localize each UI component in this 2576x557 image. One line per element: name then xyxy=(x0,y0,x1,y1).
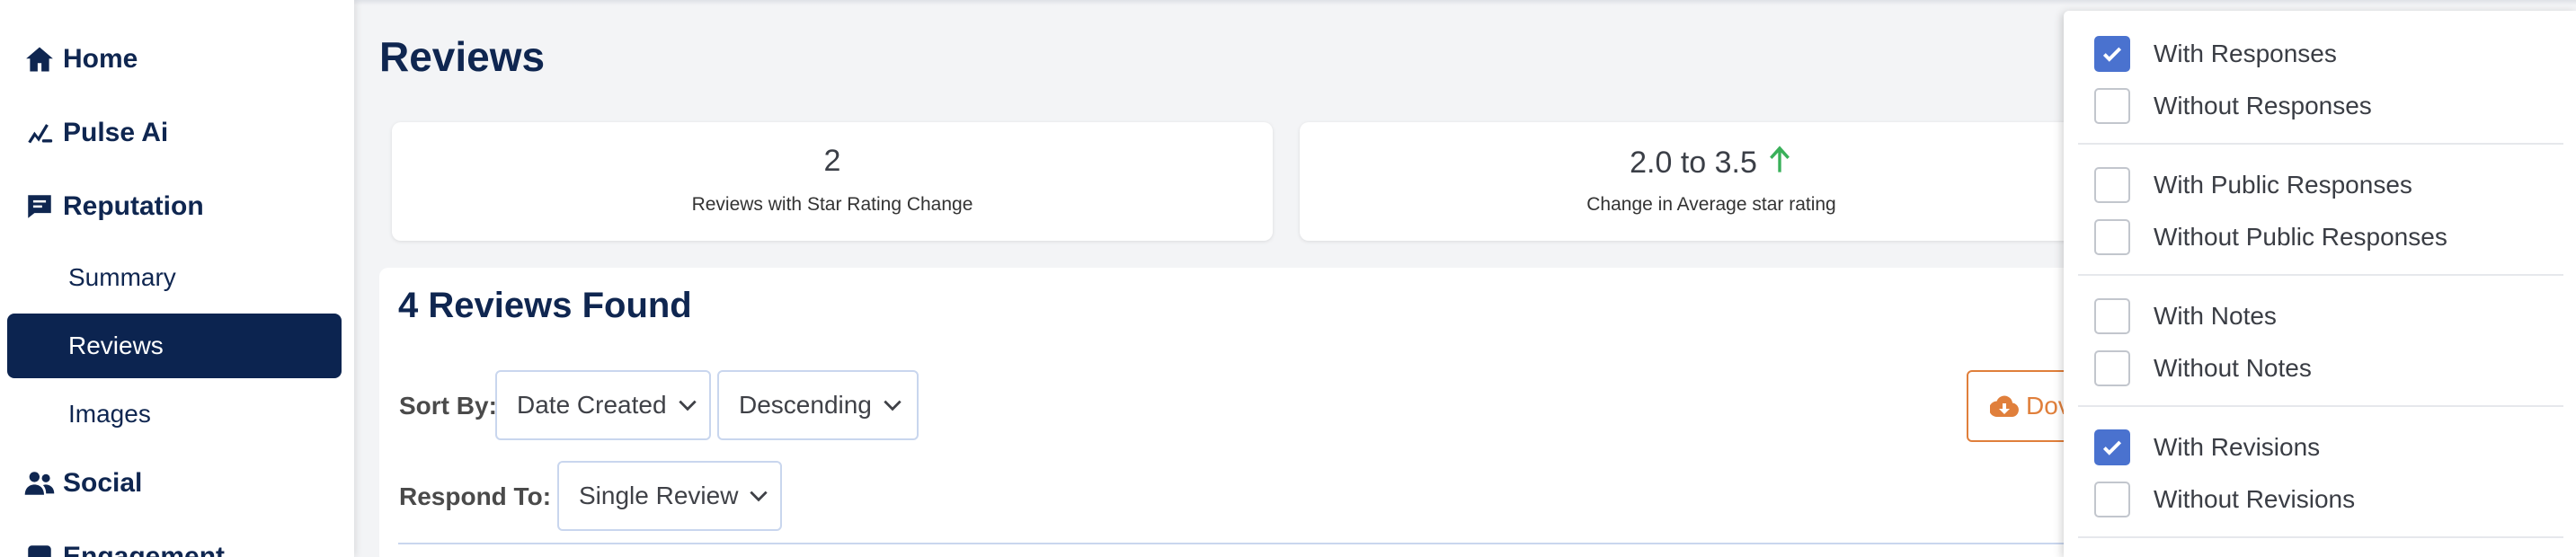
filter-separator xyxy=(2078,143,2563,145)
checkbox[interactable] xyxy=(2094,350,2130,386)
sidebar-item-reviews[interactable]: Reviews xyxy=(7,314,342,378)
nav-social[interactable]: Social xyxy=(0,456,354,510)
nav-reputation[interactable]: Reputation xyxy=(0,180,354,234)
cloud-download-icon xyxy=(1990,395,2019,418)
filter-label: Without Notes xyxy=(2154,354,2312,382)
filter-with-public-responses[interactable]: With Public Responses xyxy=(2094,165,2412,205)
top-bar-shadow xyxy=(354,0,2576,5)
sidebar-item-images[interactable]: Images xyxy=(7,382,342,446)
chevron-down-icon xyxy=(881,393,904,417)
stat-card-average-rating: 2.0 to 3.5 Change in Average star rating xyxy=(1300,122,2123,241)
sidebar-item-label: Summary xyxy=(68,263,176,291)
nav-pulse-ai[interactable]: Pulse Ai xyxy=(0,106,354,160)
review-filter-dropdown: With Responses Without Responses With Pu… xyxy=(2064,11,2576,557)
filter-label: With Public Responses xyxy=(2154,171,2412,199)
engagement-icon xyxy=(23,541,56,557)
results-divider xyxy=(398,543,2106,544)
sort-field-value: Date Created xyxy=(517,391,667,419)
nav-home[interactable]: Home xyxy=(0,32,354,86)
arrow-up-icon xyxy=(1766,144,1793,182)
filter-label: With Revisions xyxy=(2154,433,2321,461)
nav-reputation-label: Reputation xyxy=(63,191,204,221)
filter-without-responses[interactable]: Without Responses xyxy=(2094,86,2372,126)
chevron-down-icon xyxy=(747,484,770,508)
nav-engagement[interactable]: Engagement xyxy=(0,530,354,557)
filter-without-public-responses[interactable]: Without Public Responses xyxy=(2094,217,2447,257)
results-title: 4 Reviews Found xyxy=(398,286,692,325)
filter-label: Without Responses xyxy=(2154,92,2372,119)
checkbox[interactable] xyxy=(2094,36,2130,72)
filter-separator xyxy=(2078,536,2563,538)
sidebar-item-label: Images xyxy=(68,400,151,428)
check-icon xyxy=(2102,47,2122,62)
filter-with-responses[interactable]: With Responses xyxy=(2094,34,2337,74)
filter-with-notes[interactable]: With Notes xyxy=(2094,296,2277,336)
nav-engagement-label: Engagement xyxy=(63,542,226,557)
sort-order-value: Descending xyxy=(739,391,872,419)
stat-card-rating-change: 2 Reviews with Star Rating Change xyxy=(392,122,1273,241)
sidebar-item-label: Reviews xyxy=(68,332,164,359)
filter-separator xyxy=(2078,274,2563,276)
checkbox[interactable] xyxy=(2094,88,2130,124)
filter-label: Without Revisions xyxy=(2154,485,2356,513)
filter-without-revisions[interactable]: Without Revisions xyxy=(2094,480,2355,519)
filter-with-revisions[interactable]: With Revisions xyxy=(2094,428,2320,467)
chevron-down-icon xyxy=(676,393,699,417)
page-title: Reviews xyxy=(379,33,546,80)
stat-label: Change in Average star rating xyxy=(1586,194,1836,215)
chat-bubble-icon xyxy=(23,190,56,223)
checkbox[interactable] xyxy=(2094,167,2130,203)
nav-pulse-ai-label: Pulse Ai xyxy=(63,118,169,147)
nav-social-label: Social xyxy=(63,468,143,498)
respond-to-select[interactable]: Single Review xyxy=(557,461,782,531)
users-icon xyxy=(23,467,56,500)
checkbox[interactable] xyxy=(2094,298,2130,334)
filter-label: Without Public Responses xyxy=(2154,223,2447,251)
filter-separator xyxy=(2078,405,2563,407)
respond-to-value: Single Review xyxy=(579,482,739,509)
checkbox[interactable] xyxy=(2094,429,2130,465)
stat-label: Reviews with Star Rating Change xyxy=(691,194,973,215)
pulse-ai-icon xyxy=(23,117,56,149)
filter-without-notes[interactable]: Without Notes xyxy=(2094,349,2312,388)
sidebar-item-summary[interactable]: Summary xyxy=(7,245,342,310)
stat-value: 2 xyxy=(823,144,841,178)
sort-by-label: Sort By: xyxy=(399,392,497,420)
home-icon xyxy=(23,43,56,75)
checkbox[interactable] xyxy=(2094,219,2130,255)
filter-label: With Notes xyxy=(2154,302,2277,330)
stat-value: 2.0 to 3.5 xyxy=(1630,146,1757,180)
check-icon xyxy=(2102,440,2122,455)
sort-order-select[interactable]: Descending xyxy=(717,370,919,440)
sort-field-select[interactable]: Date Created xyxy=(495,370,711,440)
checkbox[interactable] xyxy=(2094,482,2130,517)
filter-label: With Responses xyxy=(2154,40,2337,67)
respond-to-label: Respond To: xyxy=(399,482,552,510)
nav-home-label: Home xyxy=(63,44,138,74)
sidebar: Home Pulse Ai Reputation Summary Reviews… xyxy=(0,0,354,557)
